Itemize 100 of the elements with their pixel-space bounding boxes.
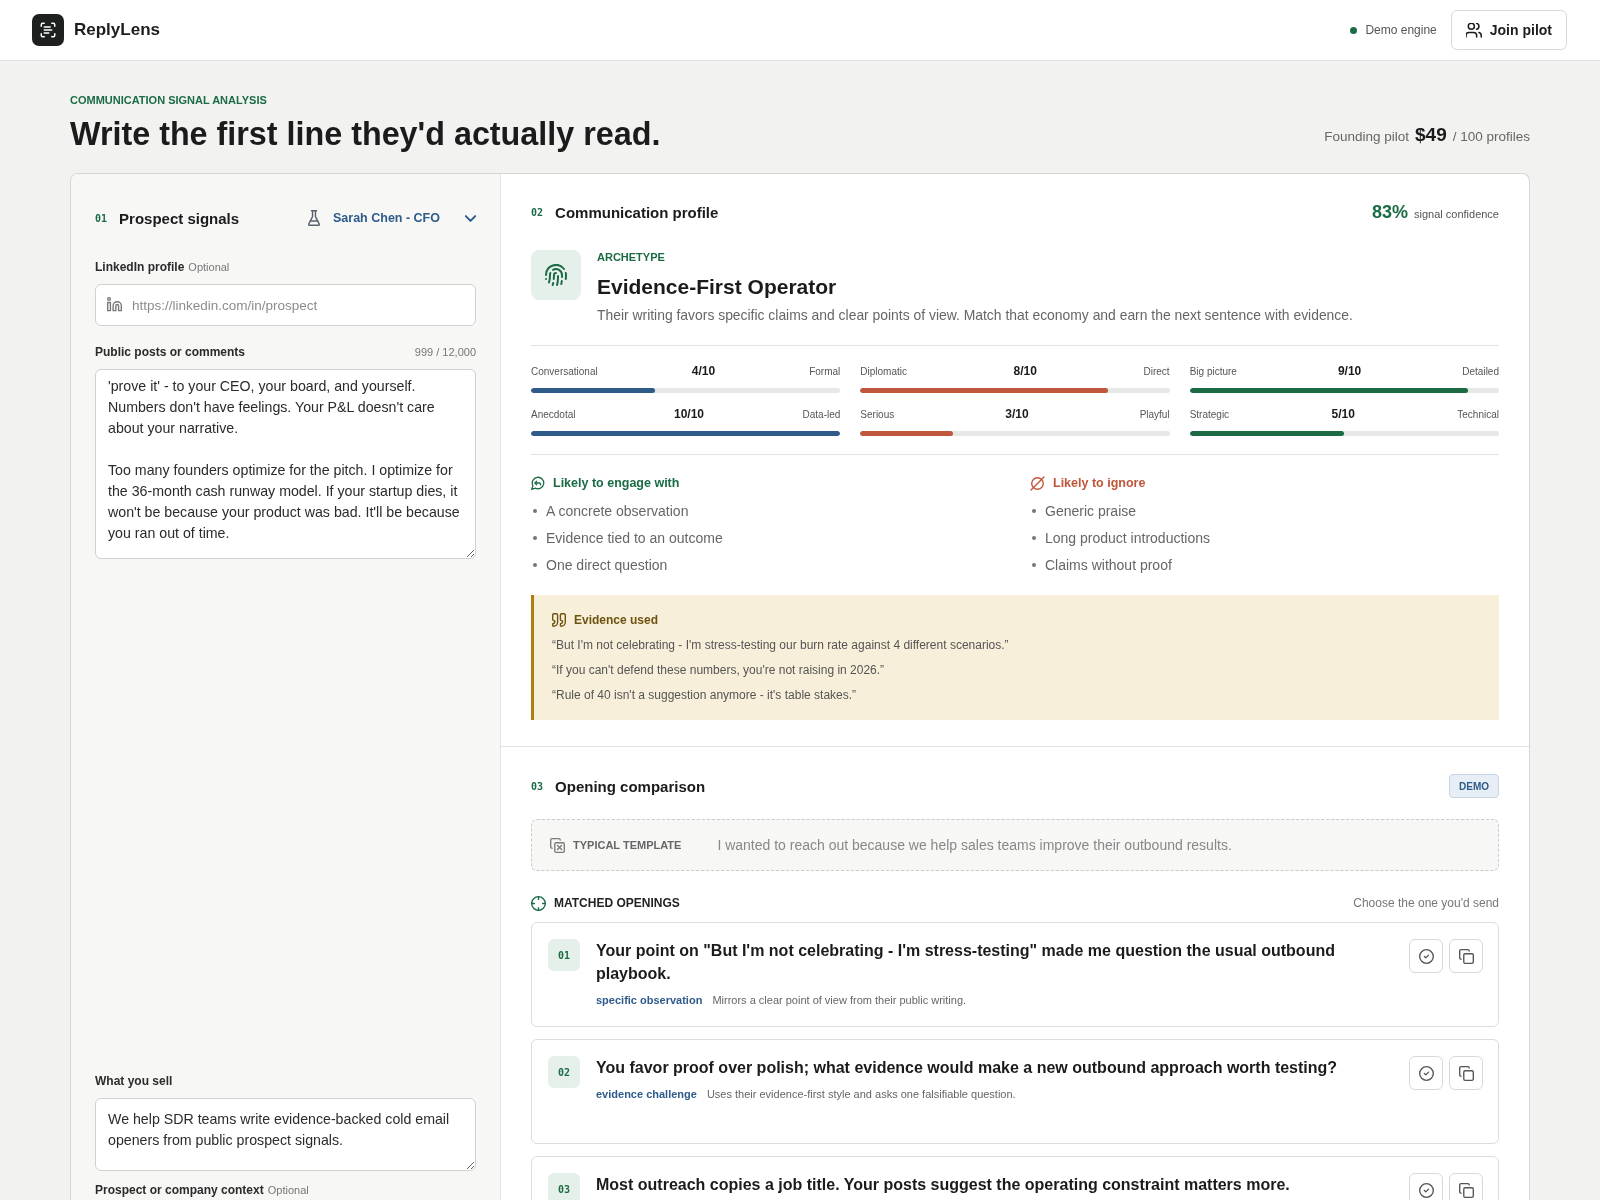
- scale-score: 9/10: [1337, 364, 1362, 378]
- pricing-label: Founding pilot: [1324, 129, 1409, 144]
- copy-x-icon: [550, 837, 565, 853]
- copy-button[interactable]: [1449, 939, 1483, 973]
- optional-hint: Optional: [267, 1184, 309, 1196]
- scale-left-label: Strategic: [1189, 408, 1230, 420]
- section-title: Prospect signals: [119, 209, 240, 227]
- logo-icon: [32, 14, 64, 46]
- matched-openings-label: MATCHED OPENINGS: [554, 896, 680, 910]
- list-item: Evidence tied to an outcome: [546, 529, 723, 546]
- bullet-icon: [1032, 535, 1036, 540]
- template-label: TYPICAL TEMPLATE: [573, 839, 682, 851]
- scale-score: 10/10: [674, 407, 704, 421]
- check-circle-icon: [1418, 948, 1434, 964]
- opening-text: Your point on "But I'm not celebrating - I'm stress-testing" made me question the usual outbound playbook.: [596, 941, 1336, 984]
- list-heading: Likely to engage with: [553, 476, 680, 490]
- offer-textarea[interactable]: We help SDR teams write evidence-backed cold email openers from public prospect signals.: [95, 1098, 476, 1171]
- archetype-summary: Their writing favors specific claims and clear points of view. Match that economy and earn the next sentence with evidence.: [597, 306, 1353, 325]
- opening-text: You favor proof over polish; what evidence would make a new outbound approach worth testing?: [596, 1058, 1339, 1078]
- check-circle-icon: [1418, 1065, 1434, 1081]
- sample-prospect-select[interactable]: Sarah Chen - CFO: [308, 210, 476, 226]
- choose-opening-button[interactable]: [1409, 939, 1443, 973]
- character-counter: 999 / 12,000: [414, 346, 476, 358]
- copy-icon: [1458, 1065, 1474, 1081]
- chevron-down-icon: [465, 214, 476, 222]
- opening-number: 02: [548, 1056, 580, 1088]
- scale-left-label: Anecdotal: [531, 408, 576, 420]
- fingerprint-icon: [531, 250, 581, 300]
- field-label: Prospect or company context: [95, 1183, 264, 1197]
- scale-score: 8/10: [1013, 364, 1037, 378]
- scale-left-label: Diplomatic: [860, 365, 907, 377]
- scale-right-label: Playful: [1139, 408, 1170, 420]
- confidence-value: 83%: [1371, 201, 1408, 223]
- bullet-icon: [1032, 508, 1036, 513]
- scale-right-label: Formal: [809, 365, 841, 377]
- scale-right-label: Technical: [1457, 408, 1499, 420]
- posts-textarea[interactable]: 'prove it' - to your CEO, your board, and yourself. Numbers don't have feelings. Your P&L doesn't care about your narrative. Too many founders optimize for the pitch. I optimize for the 36-month cash runway model. If your startup dies, it won't be because your product was bad. It'll be because you ran out of time.: [95, 369, 476, 559]
- choose-opening-button[interactable]: [1409, 1056, 1443, 1090]
- archetype-label: ARCHETYPE: [597, 250, 665, 264]
- scale-score: 3/10: [1005, 407, 1029, 421]
- scale-right-label: Detailed: [1462, 365, 1499, 377]
- quote-icon: [552, 613, 566, 627]
- opening-note: Mirrors a clear point of view from their public writing.: [712, 994, 967, 1006]
- check-circle-icon: [1418, 1182, 1434, 1198]
- matched-openings-hint: Choose the one you'd send: [1353, 896, 1499, 910]
- list-item: Generic praise: [1045, 502, 1137, 519]
- confidence-label: signal confidence: [1414, 207, 1499, 220]
- opening-number: 01: [548, 939, 580, 971]
- list-item: A concrete observation: [546, 502, 689, 519]
- bullet-icon: [533, 562, 537, 567]
- brand-name: ReplyLens: [74, 20, 160, 40]
- scale-left-label: Serious: [860, 408, 895, 420]
- evidence-quote: “Rule of 40 isn't a suggestion anymore - it's table stakes.”: [552, 687, 857, 704]
- evidence-title: Evidence used: [574, 613, 659, 627]
- users-icon: [1465, 22, 1482, 38]
- list-item: Long product introductions: [1045, 529, 1210, 546]
- linkedin-url-field[interactable]: https://linkedin.com/in/prospect: [95, 284, 476, 326]
- copy-icon: [1458, 1182, 1474, 1198]
- choose-opening-button[interactable]: [1409, 1173, 1443, 1200]
- optional-hint: Optional: [188, 261, 230, 273]
- opening-tag: evidence challenge: [596, 1088, 697, 1100]
- opening-number: 03: [548, 1173, 580, 1200]
- scale-right-label: Data-led: [802, 408, 841, 420]
- status-dot-icon: [1350, 26, 1358, 34]
- copy-icon: [1458, 948, 1474, 964]
- chat-reply-icon: [531, 476, 545, 490]
- engine-status: Demo engine: [1365, 23, 1437, 37]
- field-label: What you sell: [95, 1074, 173, 1088]
- evidence-quote: “If you can't defend these numbers, you're not raising in 2026.”: [552, 662, 885, 679]
- opening-text: Most outreach copies a job title. Your posts suggest the operating constraint matters more.: [596, 1175, 1291, 1195]
- list-item: Claims without proof: [1045, 556, 1172, 573]
- opening-note: Uses their evidence-first style and asks one falsifiable question.: [706, 1088, 1016, 1100]
- list-item: One direct question: [546, 556, 668, 573]
- page-title: Write the first line they'd actually read.: [70, 115, 661, 154]
- copy-button[interactable]: [1449, 1173, 1483, 1200]
- section-title: Communication profile: [555, 203, 719, 221]
- eyebrow-text: COMMUNICATION SIGNAL ANALYSIS: [70, 93, 267, 107]
- scale-left-label: Conversational: [531, 365, 598, 377]
- scale-score: 5/10: [1331, 407, 1355, 421]
- list-heading: Likely to ignore: [1053, 476, 1146, 490]
- evidence-quote: “But I'm not celebrating - I'm stress-testing our burn rate against 4 different scenarios.”: [552, 637, 1009, 654]
- scale-score: 4/10: [691, 364, 716, 378]
- crosshair-icon: [531, 895, 546, 911]
- scale-right-label: Direct: [1143, 365, 1170, 377]
- demo-badge: DEMO: [1449, 774, 1499, 798]
- step-number: 01: [95, 212, 108, 224]
- flask-icon: [308, 210, 320, 226]
- scale-left-label: Big picture: [1189, 365, 1237, 377]
- copy-button[interactable]: [1449, 1056, 1483, 1090]
- linkedin-icon: [107, 297, 122, 312]
- field-label: LinkedIn profile: [95, 260, 185, 274]
- step-number: 03: [531, 780, 544, 792]
- archetype-name: Evidence-First Operator: [597, 274, 837, 300]
- pricing-unit: / 100 profiles: [1452, 129, 1530, 144]
- bullet-icon: [533, 508, 537, 513]
- join-pilot-button[interactable]: Join pilot: [1450, 10, 1567, 50]
- template-text: I wanted to reach out because we help sales teams improve their outbound results.: [717, 837, 1232, 853]
- opening-tag: specific observation: [596, 994, 703, 1006]
- field-label: Public posts or comments: [95, 345, 246, 359]
- bullet-icon: [1032, 562, 1036, 567]
